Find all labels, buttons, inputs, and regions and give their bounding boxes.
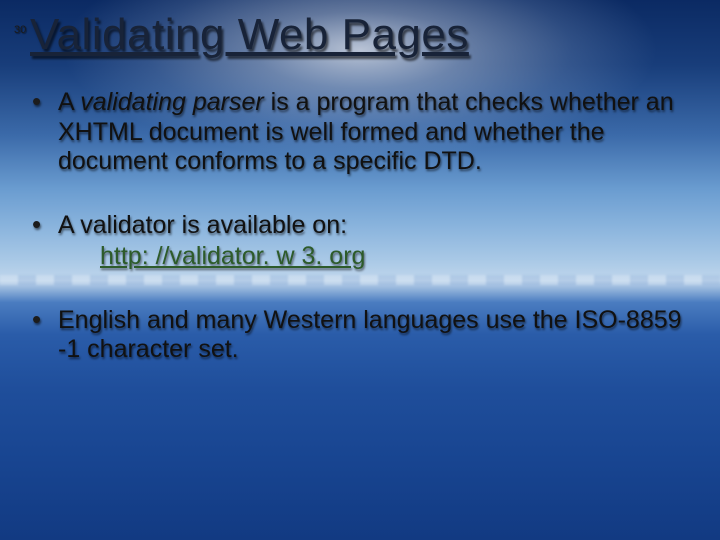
bullet-text-lead: A xyxy=(58,88,80,116)
slide: 30 Validating Web Pages A validating par… xyxy=(0,0,720,540)
slide-title: Validating Web Pages xyxy=(22,10,692,60)
bullet-text: A validator is available on: xyxy=(58,211,347,239)
slide-content: 30 Validating Web Pages A validating par… xyxy=(0,0,720,365)
bullet-text-emphasis: validating parser xyxy=(80,88,263,116)
page-number: 30 xyxy=(14,24,26,36)
link-line: http: //validator. w 3. org xyxy=(58,242,684,272)
bullet-list: A validating parser is a program that ch… xyxy=(22,88,692,365)
bullet-item: English and many Western languages use t… xyxy=(32,306,684,365)
bullet-item: A validating parser is a program that ch… xyxy=(32,88,684,177)
bullet-item: A validator is available on: http: //val… xyxy=(32,211,684,272)
validator-link[interactable]: http: //validator. w 3. org xyxy=(100,242,365,270)
bullet-text: English and many Western languages use t… xyxy=(58,306,682,364)
